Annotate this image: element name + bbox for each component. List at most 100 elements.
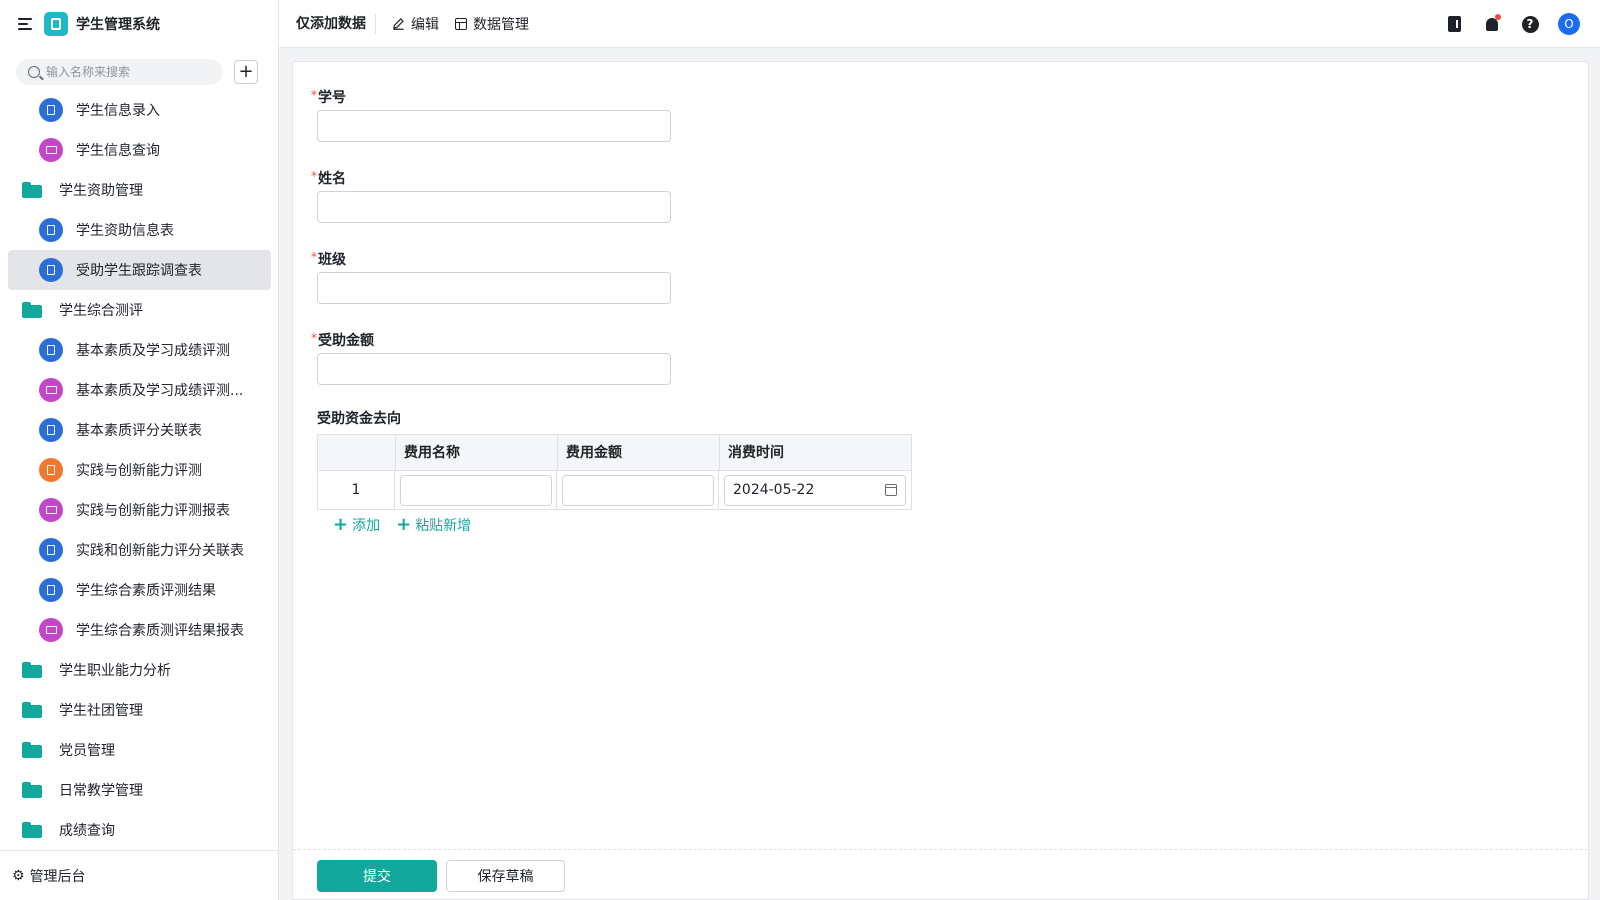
required-mark: * (311, 331, 317, 345)
paste-add-label: 粘贴新增 (415, 518, 472, 534)
sidebar-item[interactable]: 受助学生跟踪调查表 (8, 250, 271, 290)
add-item-button[interactable]: + (234, 59, 258, 84)
app-logo-icon (44, 12, 68, 36)
calendar-icon (885, 484, 897, 496)
column-header-consume-time: 消费时间 (728, 445, 784, 461)
field-name: *姓名 (311, 167, 671, 223)
folder-icon (22, 702, 42, 718)
aid-amount-input[interactable] (317, 353, 671, 385)
search-input[interactable] (46, 64, 206, 79)
required-mark: * (311, 250, 317, 264)
class-input[interactable] (317, 272, 671, 304)
sidebar-folder[interactable]: 学生职业能力分析 (8, 650, 271, 690)
save-draft-button[interactable]: 保存草稿 (446, 860, 565, 892)
notification-bell-icon[interactable] (1482, 13, 1502, 34)
add-row-button[interactable]: + 添加 (333, 515, 380, 535)
date-picker[interactable]: 2024-05-22 (724, 474, 906, 506)
edit-label: 编辑 (411, 16, 439, 33)
sidebar-item[interactable]: 实践与创新能力评测 (8, 450, 271, 490)
pencil-icon (393, 18, 404, 30)
sidebar-item[interactable]: 学生综合素质测评结果报表 (8, 610, 271, 650)
form-icon (39, 258, 63, 282)
sidebar-item-label: 学生资助信息表 (76, 223, 174, 239)
fund-usage-table: 费用名称 费用金额 消费时间 1 2024-05-22 (317, 434, 912, 510)
fee-name-cell (395, 471, 557, 509)
report-icon (39, 138, 63, 162)
fee-name-input[interactable] (400, 474, 552, 506)
field-label: *受助金额 (311, 329, 671, 349)
column-header-fee-amount: 费用金额 (558, 435, 720, 470)
sidebar-item[interactable]: 基本素质及学习成绩评测 (8, 330, 271, 370)
sidebar-item[interactable]: 学生资助信息表 (8, 210, 271, 250)
sidebar-search (16, 58, 223, 85)
folder-icon (22, 782, 42, 798)
help-button[interactable]: ? (1520, 14, 1540, 34)
sidebar-item[interactable]: 实践与创新能力评测报表 (8, 490, 271, 530)
fee-amount-cell (557, 471, 719, 509)
paste-add-button[interactable]: + 粘贴新增 (396, 515, 471, 535)
admin-backend-link[interactable]: ⚙ 管理后台 (0, 850, 279, 900)
sidebar-folder[interactable]: 学生社团管理 (8, 690, 271, 730)
field-label: *姓名 (311, 167, 671, 187)
subtable-label: 受助资金去向 (317, 411, 401, 427)
field-aid-amount: *受助金额 (311, 329, 671, 385)
form-footer: 提交 保存草稿 (293, 849, 1588, 899)
sidebar-item-label: 基本素质及学习成绩评测... (76, 383, 244, 399)
sidebar-item[interactable]: 实践和创新能力评分关联表 (8, 530, 271, 570)
sidebar-item-label: 学生信息查询 (76, 143, 160, 159)
field-class: *班级 (311, 248, 671, 304)
data-manage-label: 数据管理 (473, 16, 529, 33)
edit-button[interactable]: 编辑 (392, 14, 439, 34)
subtable-actions: + 添加 + 粘贴新增 (333, 515, 487, 535)
form-icon (39, 338, 63, 362)
sidebar-item-label: 学生资助管理 (59, 183, 143, 199)
sidebar-folder[interactable]: 党员管理 (8, 730, 271, 770)
form-icon (39, 218, 63, 242)
field-student-id: *学号 (311, 86, 671, 142)
required-mark: * (311, 88, 317, 102)
add-row-label: 添加 (352, 518, 381, 534)
sidebar-item[interactable]: 学生信息查询 (8, 130, 271, 170)
consume-time-cell: 2024-05-22 (719, 471, 911, 509)
sidebar-item-label: 实践和创新能力评分关联表 (76, 543, 244, 559)
sidebar-folder[interactable]: 学生综合测评 (8, 290, 271, 330)
sidebar-item[interactable]: 学生综合素质评测结果 (8, 570, 271, 610)
sidebar-nav: 学生信息录入 学生信息查询学生资助管理学生资助信息表受助学生跟踪调查表学生综合测评… (0, 90, 279, 850)
sidebar-item[interactable]: 基本素质评分关联表 (8, 410, 271, 450)
submit-button[interactable]: 提交 (317, 860, 437, 892)
folder-icon (22, 742, 42, 758)
sidebar-item-label: 受助学生跟踪调查表 (76, 263, 202, 279)
table-header: 费用名称 费用金额 消费时间 (318, 435, 911, 471)
sidebar-item-label: 基本素质评分关联表 (76, 423, 202, 439)
name-input[interactable] (317, 191, 671, 223)
sidebar-folder[interactable]: 日常教学管理 (8, 770, 271, 810)
fee-amount-input[interactable] (562, 474, 714, 506)
sidebar-folder[interactable]: 学生资助管理 (8, 170, 271, 210)
sidebar-header: 学生管理系统 (0, 0, 278, 48)
top-bar-actions: ? O (1444, 0, 1600, 48)
data-manage-button[interactable]: 数据管理 (455, 14, 529, 34)
sidebar-item-label: 基本素质及学习成绩评测 (76, 343, 230, 359)
menu-icon[interactable] (18, 17, 34, 31)
sidebar: 学生管理系统 + 学生信息录入学生信息查询学生资助管理学生资助信息表受助学生跟踪… (0, 0, 279, 900)
column-header-fee-name: 费用名称 (396, 435, 558, 470)
field-label-text: 学号 (318, 90, 346, 106)
sidebar-folder[interactable]: 成绩查询 (8, 810, 271, 850)
sidebar-item[interactable]: 学生信息录入 (8, 90, 271, 130)
sidebar-item-label: 学生信息录入 (76, 103, 160, 119)
sidebar-item-label: 学生综合素质测评结果报表 (76, 623, 244, 639)
required-mark: * (311, 169, 317, 183)
folder-icon (22, 662, 42, 678)
search-icon (28, 65, 40, 78)
report-icon (39, 618, 63, 642)
help-icon: ? (1521, 15, 1539, 33)
table-row: 1 2024-05-22 (318, 471, 911, 509)
date-value: 2024-05-22 (733, 482, 815, 498)
book-icon[interactable] (1444, 14, 1464, 34)
form-panel: *学号 *姓名 *班级 *受助金额 受助资金去向 费用名称 费用金额 消费时间 … (292, 61, 1589, 900)
sidebar-item[interactable]: 基本素质及学习成绩评测... (8, 370, 271, 410)
column-header-index (318, 435, 396, 470)
student-id-input[interactable] (317, 110, 671, 142)
table-icon (455, 17, 467, 30)
avatar[interactable]: O (1558, 13, 1580, 35)
